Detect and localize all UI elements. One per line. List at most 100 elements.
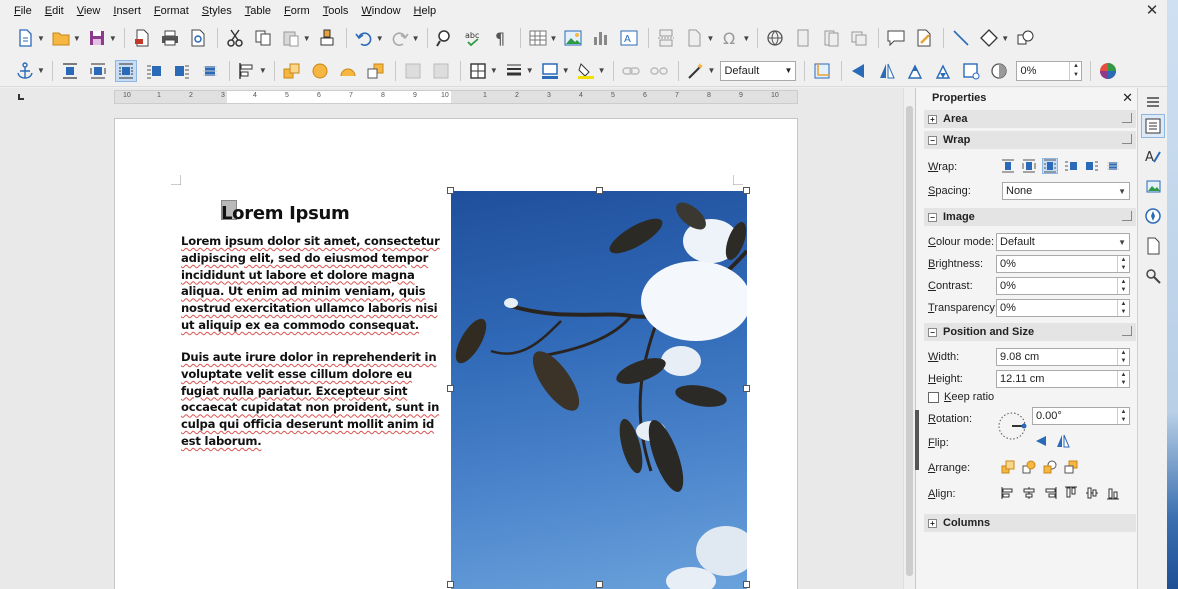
collapse-icon[interactable]: − xyxy=(928,212,937,222)
draw-functions-icon[interactable] xyxy=(1014,27,1036,49)
print-preview-icon[interactable] xyxy=(187,27,209,49)
spacing-select[interactable]: None ▼ xyxy=(1002,182,1130,200)
sidebar-menu-icon[interactable] xyxy=(1141,90,1165,114)
menu-window[interactable]: Window xyxy=(361,5,400,17)
hyperlink-icon[interactable] xyxy=(764,27,786,49)
gallery-deck-icon[interactable] xyxy=(1141,174,1165,198)
area-fill-icon[interactable] xyxy=(575,60,597,82)
resize-handle-bottom[interactable] xyxy=(596,581,603,588)
insert-page-break-icon[interactable] xyxy=(655,27,677,49)
menu-table[interactable]: Table xyxy=(245,5,271,17)
menu-insert[interactable]: Insert xyxy=(113,5,141,17)
flip-horizontal-icon[interactable] xyxy=(876,60,898,82)
field-dropdown-icon[interactable]: ▼ xyxy=(706,34,714,43)
rotate-right-icon[interactable] xyxy=(932,60,954,82)
transparency-spin[interactable]: 0% ▲ ▼ xyxy=(1016,60,1083,81)
wrap-after-icon[interactable] xyxy=(171,60,193,82)
styles-deck-icon[interactable]: A xyxy=(1141,144,1165,168)
cut-icon[interactable] xyxy=(224,27,246,49)
forward-one-icon[interactable] xyxy=(1021,459,1037,475)
collapse-icon[interactable]: − xyxy=(928,327,937,337)
more-options-icon[interactable] xyxy=(1122,326,1132,336)
redo-dropdown-icon[interactable]: ▼ xyxy=(412,34,420,43)
contrast-spin[interactable]: 0% ▲ ▼ xyxy=(996,277,1130,295)
align-right-icon[interactable] xyxy=(1042,485,1058,501)
menu-file[interactable]: File xyxy=(14,5,32,17)
find-replace-icon[interactable] xyxy=(434,27,456,49)
panel-position-size-header[interactable]: − Position and Size xyxy=(924,323,1136,341)
vertical-scrollbar[interactable] xyxy=(903,88,915,589)
more-options-icon[interactable] xyxy=(1122,113,1132,123)
horizontal-ruler[interactable]: 10 1 2 3 4 5 6 7 8 9 10 1 2 3 4 5 6 7 8 … xyxy=(114,90,798,104)
formatting-marks-icon[interactable]: ¶ xyxy=(490,27,512,49)
align-objects-icon[interactable] xyxy=(236,60,258,82)
insert-comment-icon[interactable] xyxy=(885,27,907,49)
wrap-parallel-icon[interactable] xyxy=(1021,158,1037,174)
new-document-icon[interactable] xyxy=(14,27,36,49)
page-deck-icon[interactable] xyxy=(1141,234,1165,258)
document-page[interactable]: Lorem Ipsum Lorem ipsum dolor sit amet, … xyxy=(114,118,798,589)
menu-format[interactable]: Format xyxy=(154,5,189,17)
footnote-icon[interactable] xyxy=(792,27,814,49)
spelling-icon[interactable]: abc xyxy=(462,27,484,49)
flip-horizontal-icon[interactable] xyxy=(1055,433,1071,449)
save-dropdown-icon[interactable]: ▼ xyxy=(109,34,117,43)
anchor-dropdown-icon[interactable]: ▼ xyxy=(37,66,45,75)
wrap-after-icon[interactable] xyxy=(1084,158,1100,174)
save-icon[interactable] xyxy=(86,27,108,49)
track-changes-icon[interactable] xyxy=(913,27,935,49)
menu-help[interactable]: Help xyxy=(414,5,437,17)
transparency-icon[interactable] xyxy=(988,60,1010,82)
panel-area-header[interactable]: + Area xyxy=(924,110,1136,128)
color-icon[interactable] xyxy=(1097,60,1119,82)
insert-chart-icon[interactable] xyxy=(590,27,612,49)
redo-icon[interactable] xyxy=(389,27,411,49)
forward-one-icon[interactable] xyxy=(309,60,331,82)
insert-image-icon[interactable] xyxy=(562,27,584,49)
spin-buttons[interactable]: ▲ ▼ xyxy=(1069,61,1081,80)
basic-shapes-icon[interactable] xyxy=(978,27,1000,49)
align-left-icon[interactable] xyxy=(1000,485,1016,501)
resize-handle-bottom-left[interactable] xyxy=(447,581,454,588)
undo-dropdown-icon[interactable]: ▼ xyxy=(376,34,384,43)
paste-dropdown-icon[interactable]: ▼ xyxy=(303,34,311,43)
resize-handle-top[interactable] xyxy=(596,187,603,194)
panel-columns-header[interactable]: + Columns xyxy=(924,514,1136,532)
brightness-spin[interactable]: 0% ▲ ▼ xyxy=(996,255,1130,273)
document-area[interactable]: 10 1 2 3 4 5 6 7 8 9 10 1 2 3 4 5 6 7 8 … xyxy=(0,88,915,589)
close-sidebar-icon[interactable]: ✕ xyxy=(1122,90,1133,106)
align-bottom-icon[interactable] xyxy=(1105,485,1121,501)
expand-icon[interactable]: + xyxy=(928,114,937,124)
close-document-icon[interactable]: ✕ xyxy=(1143,2,1161,20)
style-inspector-deck-icon[interactable] xyxy=(1141,264,1165,288)
resize-handle-right[interactable] xyxy=(743,385,750,392)
back-one-icon[interactable] xyxy=(337,60,359,82)
send-to-back-icon[interactable] xyxy=(1063,459,1079,475)
more-options-icon[interactable] xyxy=(1122,134,1132,144)
menu-view[interactable]: View xyxy=(77,5,101,17)
flip-vertical-icon[interactable] xyxy=(848,60,870,82)
spin-buttons[interactable]: ▲ ▼ xyxy=(1117,349,1129,365)
spin-buttons[interactable]: ▲ ▼ xyxy=(1117,278,1129,294)
spin-buttons[interactable]: ▲ ▼ xyxy=(1117,300,1129,316)
colour-mode-select[interactable]: Default ▼ xyxy=(996,233,1130,251)
wrap-through-icon[interactable] xyxy=(1105,158,1121,174)
align-top-icon[interactable] xyxy=(1063,485,1079,501)
align-center-icon[interactable] xyxy=(1021,485,1037,501)
wrap-none-icon[interactable] xyxy=(1000,158,1016,174)
menu-styles[interactable]: Styles xyxy=(202,5,232,17)
link-frames-icon[interactable] xyxy=(620,60,642,82)
table-dropdown-icon[interactable]: ▼ xyxy=(550,34,558,43)
border-color-icon[interactable] xyxy=(539,60,561,82)
expand-icon[interactable]: + xyxy=(928,518,937,528)
print-icon[interactable] xyxy=(159,27,181,49)
send-to-back-icon[interactable] xyxy=(365,60,387,82)
anchor-icon[interactable] xyxy=(14,60,36,82)
filter-dropdown-icon[interactable]: ▼ xyxy=(708,66,716,75)
shapes-dropdown-icon[interactable]: ▼ xyxy=(1001,34,1009,43)
border-style-dropdown-icon[interactable]: ▼ xyxy=(526,66,534,75)
keep-ratio-checkbox[interactable] xyxy=(928,392,939,403)
special-character-icon[interactable]: Ω xyxy=(719,27,741,49)
spin-buttons[interactable]: ▲ ▼ xyxy=(1117,256,1129,272)
height-spin[interactable]: 12.11 cm ▲ ▼ xyxy=(996,370,1130,388)
